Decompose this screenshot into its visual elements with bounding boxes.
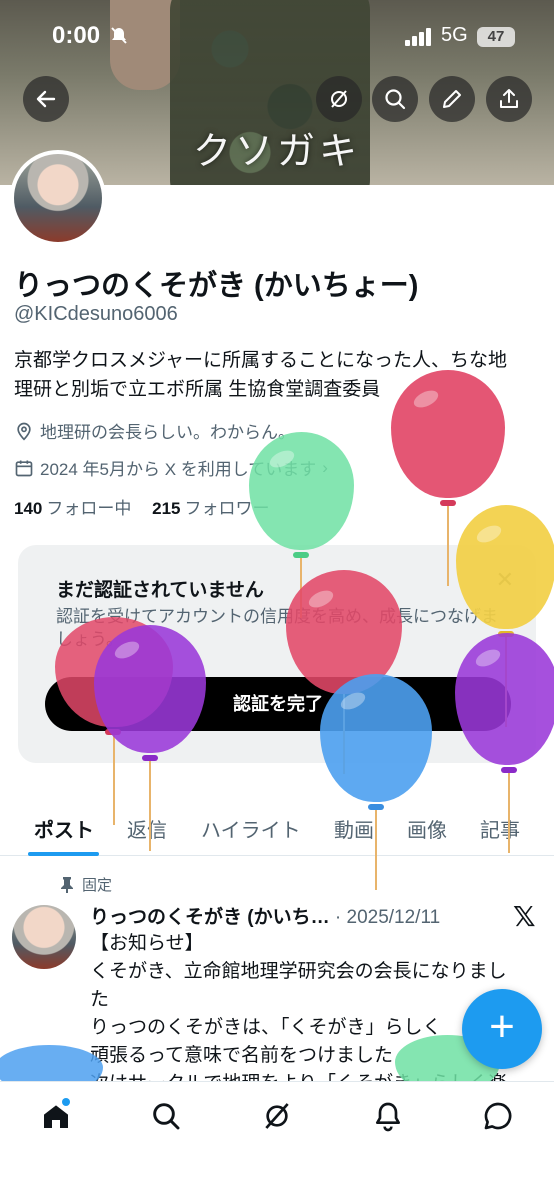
tab-articles[interactable]: 記事 [480, 814, 520, 843]
post-avatar[interactable] [12, 905, 76, 969]
silent-bell-icon [110, 26, 128, 51]
calendar-icon [15, 460, 33, 476]
profile-name: りっつのくそがき (かいちょー) [14, 270, 419, 302]
post-author[interactable]: りっつのくそがき (かいち… [90, 907, 330, 928]
following-count: 140 [14, 499, 43, 518]
edit-button[interactable] [429, 76, 475, 122]
following-link[interactable]: 140 フォロー中 [14, 499, 131, 518]
search-icon [385, 89, 406, 110]
share-button[interactable] [486, 76, 532, 122]
tab-replies[interactable]: 返信 [127, 814, 167, 843]
battery-indicator: 47 [477, 27, 515, 47]
active-tab-indicator [28, 852, 99, 856]
pin-icon [61, 876, 73, 893]
tab-highlights[interactable]: ハイライト [201, 814, 301, 843]
post-header: りっつのくそがき (かいち… · 2025/12/11 [90, 902, 440, 929]
compose-button[interactable]: + [462, 989, 542, 1069]
back-button[interactable] [23, 76, 69, 122]
grok-button[interactable] [316, 76, 362, 122]
location-pin-icon [17, 422, 31, 441]
tab-videos[interactable]: 動画 [334, 814, 374, 843]
post-date[interactable]: · 2025/12/11 [335, 907, 440, 928]
profile-location: 地理研の会長らしい。わからん。 [14, 418, 295, 443]
signal-icon [405, 28, 431, 46]
verify-card-title: まだ認証されていません [56, 580, 264, 601]
home-notification-dot [62, 1098, 70, 1106]
pinned-text: 固定 [82, 877, 113, 894]
search-icon[interactable] [150, 1100, 182, 1132]
pinned-label: 固定 [60, 874, 112, 895]
x-logo-icon: 𝕏 [513, 901, 536, 932]
avatar-image [14, 154, 102, 242]
tab-posts[interactable]: ポスト [34, 814, 94, 843]
profile-avatar[interactable] [10, 150, 106, 246]
bio-line: 京都学クロスメジャーに所属することになった人、ちな地 [14, 350, 508, 371]
grok-icon[interactable] [261, 1100, 293, 1132]
status-time: 0:00 [52, 22, 101, 49]
post-line: くそがき、立命館地理学研究会の会長になりまし [90, 961, 507, 982]
following-label: フォロー中 [46, 499, 132, 518]
location-text: 地理研の会長らしい。わからん。 [40, 423, 295, 442]
messages-icon[interactable] [482, 1100, 514, 1132]
bottom-nav [0, 1081, 554, 1200]
back-icon [36, 90, 56, 108]
followers-count: 215 [152, 499, 181, 518]
grok-icon [331, 90, 347, 108]
status-bar: 0:00 5G 47 [0, 22, 554, 52]
tab-images[interactable]: 画像 [407, 814, 447, 843]
notifications-icon[interactable] [372, 1100, 404, 1132]
network-type: 5G [441, 24, 468, 46]
edit-icon [443, 90, 461, 108]
profile-handle: @KICdesuno6006 [14, 303, 178, 325]
search-button[interactable] [372, 76, 418, 122]
profile-tabs: ポスト 返信 ハイライト 動画 画像 記事 [0, 800, 554, 856]
follow-stats: 140 フォロー中 215 フォロワー [14, 494, 269, 519]
share-icon [500, 89, 518, 108]
post-line: 【お知らせ】 [90, 933, 204, 954]
